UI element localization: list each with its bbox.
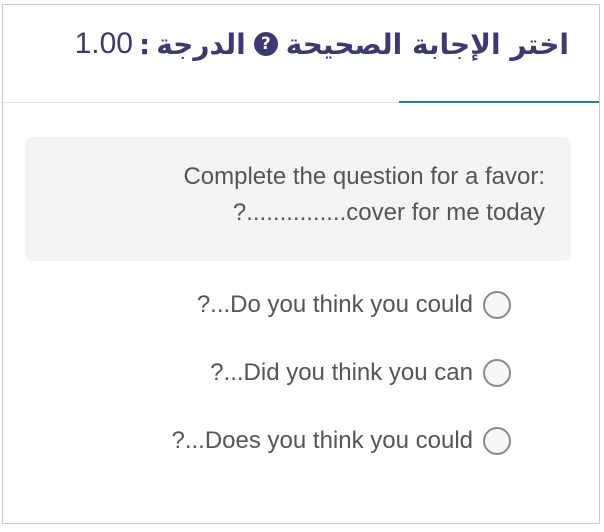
answer-option[interactable]: ?...Did you think you can <box>210 359 511 387</box>
header-accent-line <box>399 101 599 103</box>
answer-option-label[interactable]: ?...Did you think you can <box>210 359 473 387</box>
radio-button[interactable] <box>483 427 511 455</box>
question-box: Complete the question for a favor: ?....… <box>25 137 571 261</box>
answer-option-label[interactable]: ?...Does you think you could <box>171 427 473 455</box>
question-text-line2: ?...............cover for me today <box>232 199 545 226</box>
grade-value: 1.00 <box>74 27 133 60</box>
answer-option-label[interactable]: ?...Do you think you could <box>197 291 473 319</box>
answer-option[interactable]: ?...Does you think you could <box>171 427 511 455</box>
grade-label: الدرجة <box>156 27 246 61</box>
instruction-text: اختر الإجابة الصحيحة <box>285 27 569 61</box>
question-title: اختر الإجابة الصحيحة ? الدرجة : 1.00 <box>75 27 569 61</box>
radio-button[interactable] <box>483 359 511 387</box>
radio-button[interactable] <box>483 291 511 319</box>
answer-option[interactable]: ?...Do you think you could <box>197 291 511 319</box>
help-icon[interactable]: ? <box>253 32 278 56</box>
question-card: اختر الإجابة الصحيحة ? الدرجة : 1.00 Com… <box>2 4 600 524</box>
grade-separator: : <box>138 27 151 61</box>
question-text-line1: Complete the question for a favor: <box>183 163 545 190</box>
question-header: اختر الإجابة الصحيحة ? الدرجة : 1.00 <box>3 5 599 103</box>
